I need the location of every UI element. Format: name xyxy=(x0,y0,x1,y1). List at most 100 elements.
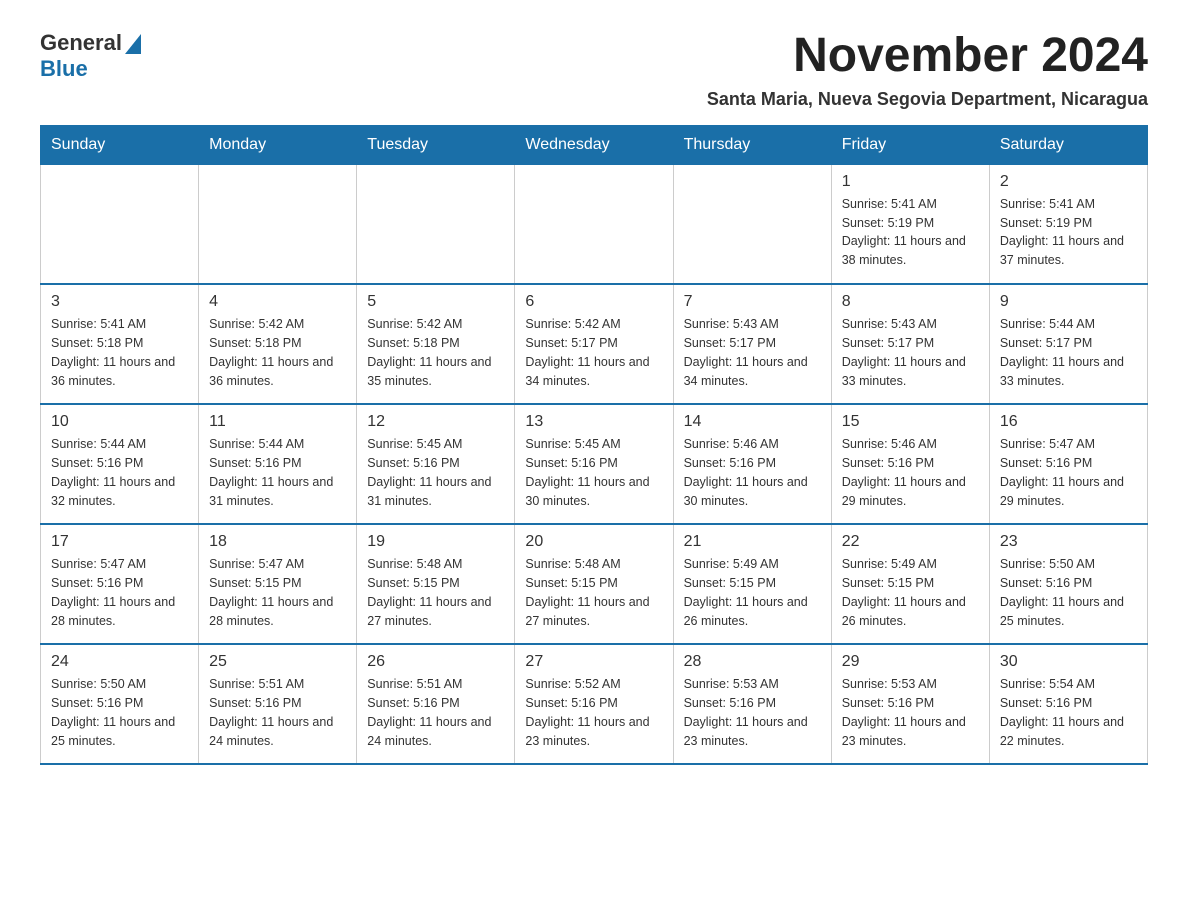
day-number: 15 xyxy=(842,413,979,431)
day-number: 6 xyxy=(525,293,662,311)
calendar-week-row: 24 Sunrise: 5:50 AMSunset: 5:16 PMDayligh… xyxy=(41,644,1148,764)
logo-blue-text: Blue xyxy=(40,56,88,82)
calendar-day-cell: 24 Sunrise: 5:50 AMSunset: 5:16 PMDayligh… xyxy=(41,644,199,764)
calendar-day-cell: 19Sunrise: 5:48 AMSunset: 5:15 PMDayligh… xyxy=(357,524,515,644)
calendar-day-cell: 13 Sunrise: 5:45 AMSunset: 5:16 PMDayligh… xyxy=(515,404,673,524)
day-info: Sunrise: 5:51 AMSunset: 5:16 PMDaylight:… xyxy=(367,675,504,750)
day-number: 27 xyxy=(525,653,662,671)
day-info: Sunrise: 5:53 AMSunset: 5:16 PMDaylight:… xyxy=(684,675,821,750)
day-number: 25 xyxy=(209,653,346,671)
calendar-day-cell: 2 Sunrise: 5:41 AMSunset: 5:19 PMDaylight… xyxy=(989,164,1147,284)
day-info: Sunrise: 5:52 AMSunset: 5:16 PMDaylight:… xyxy=(525,675,662,750)
calendar-day-cell: 27 Sunrise: 5:52 AMSunset: 5:16 PMDayligh… xyxy=(515,644,673,764)
calendar-day-cell: 8Sunrise: 5:43 AMSunset: 5:17 PMDaylight… xyxy=(831,284,989,404)
calendar-day-cell: 6 Sunrise: 5:42 AMSunset: 5:17 PMDaylight… xyxy=(515,284,673,404)
day-of-week-header: Tuesday xyxy=(357,125,515,164)
page-header: General Blue November 2024 Santa Maria, … xyxy=(40,30,1148,110)
day-number: 5 xyxy=(367,293,504,311)
calendar-day-cell: 25Sunrise: 5:51 AMSunset: 5:16 PMDayligh… xyxy=(199,644,357,764)
day-info: Sunrise: 5:47 AMSunset: 5:16 PMDaylight:… xyxy=(51,555,188,630)
day-number: 9 xyxy=(1000,293,1137,311)
day-number: 29 xyxy=(842,653,979,671)
day-number: 22 xyxy=(842,533,979,551)
calendar-day-cell xyxy=(357,164,515,284)
day-info: Sunrise: 5:46 AMSunset: 5:16 PMDaylight:… xyxy=(684,435,821,510)
day-of-week-header: Thursday xyxy=(673,125,831,164)
calendar-day-cell: 16 Sunrise: 5:47 AMSunset: 5:16 PMDayligh… xyxy=(989,404,1147,524)
day-of-week-header: Monday xyxy=(199,125,357,164)
day-number: 24 xyxy=(51,653,188,671)
calendar-day-cell: 11Sunrise: 5:44 AMSunset: 5:16 PMDayligh… xyxy=(199,404,357,524)
day-number: 4 xyxy=(209,293,346,311)
calendar-day-cell: 23 Sunrise: 5:50 AMSunset: 5:16 PMDayligh… xyxy=(989,524,1147,644)
day-info: Sunrise: 5:45 AMSunset: 5:16 PMDaylight:… xyxy=(367,435,504,510)
day-number: 12 xyxy=(367,413,504,431)
calendar-week-row: 17 Sunrise: 5:47 AMSunset: 5:16 PMDayligh… xyxy=(41,524,1148,644)
day-info: Sunrise: 5:50 AMSunset: 5:16 PMDaylight:… xyxy=(1000,555,1137,630)
day-info: Sunrise: 5:41 AMSunset: 5:19 PMDaylight:… xyxy=(842,195,979,270)
logo-arrow-icon xyxy=(125,34,141,54)
calendar-day-cell: 9 Sunrise: 5:44 AMSunset: 5:17 PMDaylight… xyxy=(989,284,1147,404)
day-info: Sunrise: 5:54 AMSunset: 5:16 PMDaylight:… xyxy=(1000,675,1137,750)
day-number: 2 xyxy=(1000,173,1137,191)
calendar-day-cell: 15 Sunrise: 5:46 AMSunset: 5:16 PMDayligh… xyxy=(831,404,989,524)
calendar-day-cell: 14 Sunrise: 5:46 AMSunset: 5:16 PMDayligh… xyxy=(673,404,831,524)
day-number: 21 xyxy=(684,533,821,551)
day-number: 14 xyxy=(684,413,821,431)
location-subtitle: Santa Maria, Nueva Segovia Department, N… xyxy=(707,89,1148,110)
day-info: Sunrise: 5:44 AMSunset: 5:16 PMDaylight:… xyxy=(51,435,188,510)
day-info: Sunrise: 5:50 AMSunset: 5:16 PMDaylight:… xyxy=(51,675,188,750)
day-info: Sunrise: 5:45 AMSunset: 5:16 PMDaylight:… xyxy=(525,435,662,510)
calendar-day-cell: 17 Sunrise: 5:47 AMSunset: 5:16 PMDayligh… xyxy=(41,524,199,644)
calendar-day-cell xyxy=(199,164,357,284)
calendar-day-cell: 20Sunrise: 5:48 AMSunset: 5:15 PMDayligh… xyxy=(515,524,673,644)
calendar-day-cell: 12 Sunrise: 5:45 AMSunset: 5:16 PMDayligh… xyxy=(357,404,515,524)
day-number: 16 xyxy=(1000,413,1137,431)
day-number: 23 xyxy=(1000,533,1137,551)
calendar-day-cell: 26 Sunrise: 5:51 AMSunset: 5:16 PMDayligh… xyxy=(357,644,515,764)
day-info: Sunrise: 5:42 AMSunset: 5:18 PMDaylight:… xyxy=(209,315,346,390)
day-number: 26 xyxy=(367,653,504,671)
day-number: 7 xyxy=(684,293,821,311)
calendar-day-cell: 29Sunrise: 5:53 AMSunset: 5:16 PMDayligh… xyxy=(831,644,989,764)
calendar-day-cell: 4 Sunrise: 5:42 AMSunset: 5:18 PMDaylight… xyxy=(199,284,357,404)
calendar-day-cell: 21Sunrise: 5:49 AMSunset: 5:15 PMDayligh… xyxy=(673,524,831,644)
day-number: 10 xyxy=(51,413,188,431)
day-info: Sunrise: 5:48 AMSunset: 5:15 PMDaylight:… xyxy=(367,555,504,630)
day-info: Sunrise: 5:43 AMSunset: 5:17 PMDaylight:… xyxy=(684,315,821,390)
day-info: Sunrise: 5:44 AMSunset: 5:16 PMDaylight:… xyxy=(209,435,346,510)
calendar-day-cell: 30 Sunrise: 5:54 AMSunset: 5:16 PMDayligh… xyxy=(989,644,1147,764)
day-info: Sunrise: 5:43 AMSunset: 5:17 PMDaylight:… xyxy=(842,315,979,390)
day-info: Sunrise: 5:41 AMSunset: 5:18 PMDaylight:… xyxy=(51,315,188,390)
calendar-week-row: 10 Sunrise: 5:44 AMSunset: 5:16 PMDayligh… xyxy=(41,404,1148,524)
day-of-week-header: Wednesday xyxy=(515,125,673,164)
day-info: Sunrise: 5:42 AMSunset: 5:18 PMDaylight:… xyxy=(367,315,504,390)
day-of-week-header: Friday xyxy=(831,125,989,164)
day-info: Sunrise: 5:44 AMSunset: 5:17 PMDaylight:… xyxy=(1000,315,1137,390)
day-info: Sunrise: 5:42 AMSunset: 5:17 PMDaylight:… xyxy=(525,315,662,390)
day-info: Sunrise: 5:46 AMSunset: 5:16 PMDaylight:… xyxy=(842,435,979,510)
day-number: 30 xyxy=(1000,653,1137,671)
day-number: 20 xyxy=(525,533,662,551)
day-number: 1 xyxy=(842,173,979,191)
calendar-day-cell xyxy=(515,164,673,284)
day-number: 17 xyxy=(51,533,188,551)
calendar-day-cell: 5 Sunrise: 5:42 AMSunset: 5:18 PMDaylight… xyxy=(357,284,515,404)
days-of-week-row: SundayMondayTuesdayWednesdayThursdayFrid… xyxy=(41,125,1148,164)
calendar-day-cell xyxy=(41,164,199,284)
day-number: 13 xyxy=(525,413,662,431)
calendar-week-row: 3 Sunrise: 5:41 AMSunset: 5:18 PMDaylight… xyxy=(41,284,1148,404)
day-info: Sunrise: 5:41 AMSunset: 5:19 PMDaylight:… xyxy=(1000,195,1137,270)
day-number: 28 xyxy=(684,653,821,671)
logo-general-text: General xyxy=(40,30,122,56)
month-title: November 2024 xyxy=(707,30,1148,83)
calendar-week-row: 1 Sunrise: 5:41 AMSunset: 5:19 PMDaylight… xyxy=(41,164,1148,284)
day-info: Sunrise: 5:47 AMSunset: 5:16 PMDaylight:… xyxy=(1000,435,1137,510)
calendar-day-cell: 7 Sunrise: 5:43 AMSunset: 5:17 PMDaylight… xyxy=(673,284,831,404)
day-number: 3 xyxy=(51,293,188,311)
day-number: 18 xyxy=(209,533,346,551)
day-of-week-header: Sunday xyxy=(41,125,199,164)
calendar-day-cell: 3 Sunrise: 5:41 AMSunset: 5:18 PMDaylight… xyxy=(41,284,199,404)
calendar-header: SundayMondayTuesdayWednesdayThursdayFrid… xyxy=(41,125,1148,164)
day-of-week-header: Saturday xyxy=(989,125,1147,164)
